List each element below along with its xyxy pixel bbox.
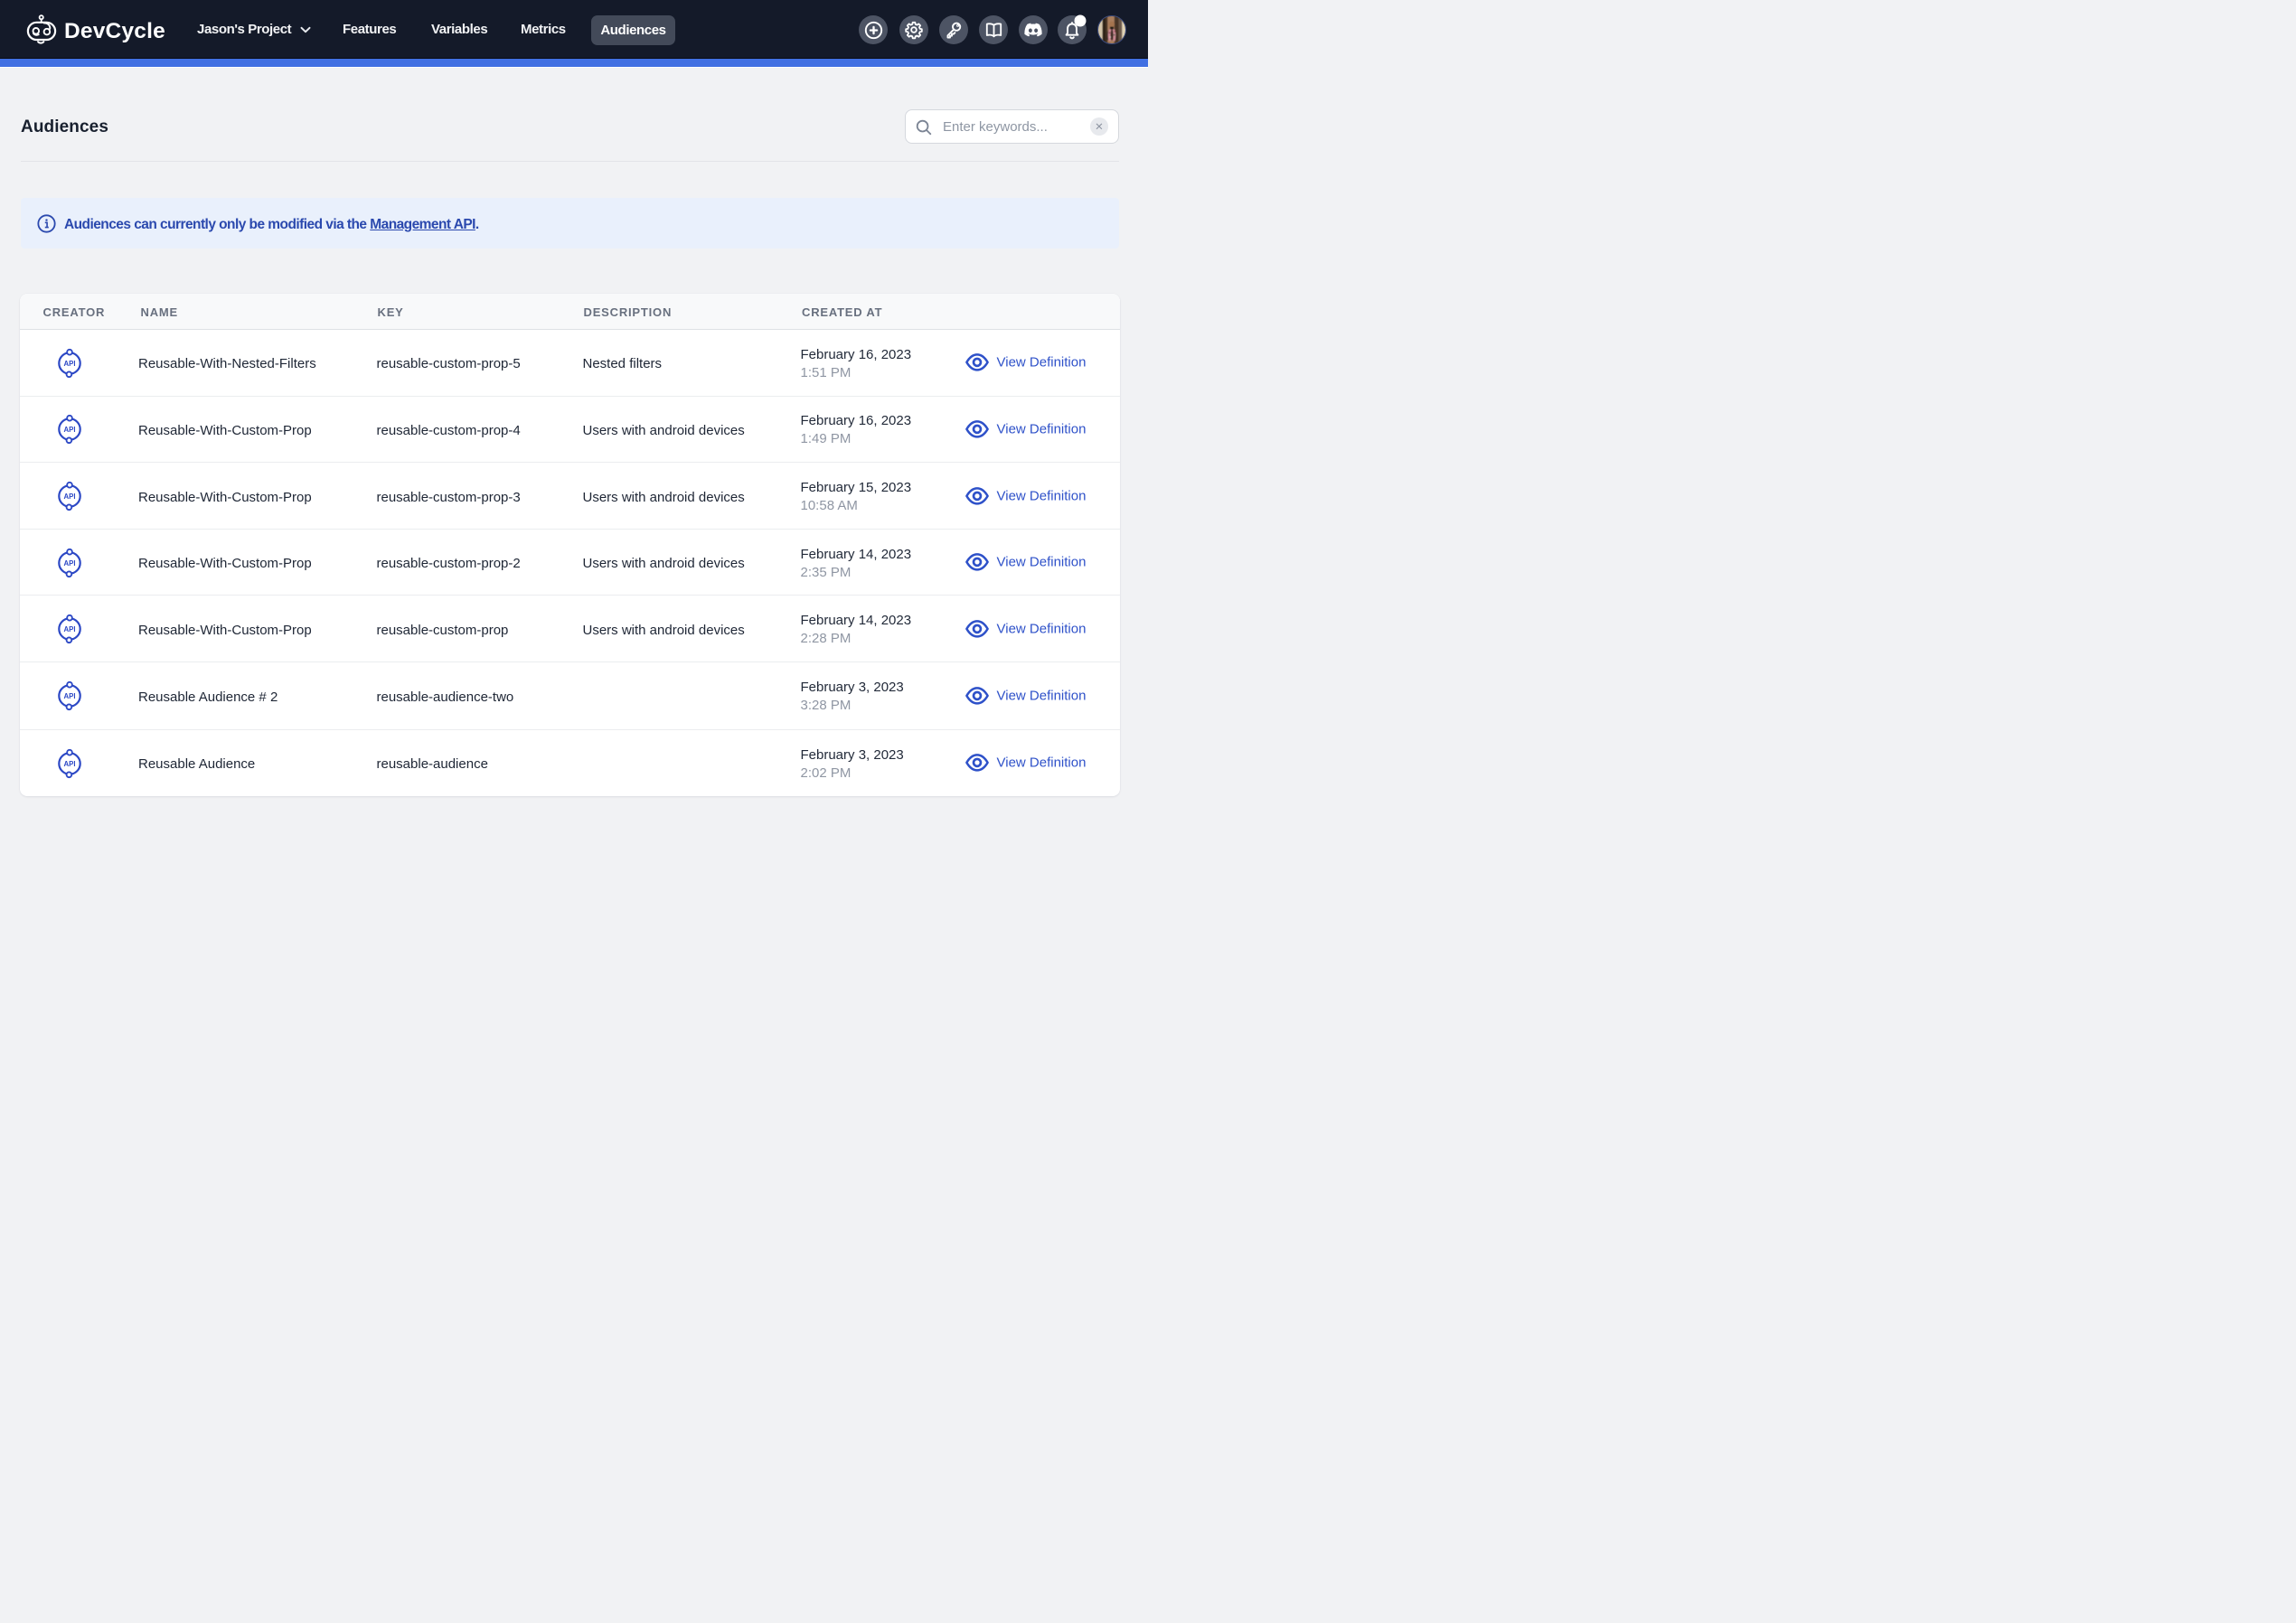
svg-text:API: API	[63, 426, 75, 434]
svg-text:API: API	[63, 692, 75, 700]
svg-text:API: API	[63, 625, 75, 633]
svg-text:API: API	[63, 558, 75, 567]
svg-text:API: API	[63, 359, 75, 367]
svg-text:API: API	[63, 760, 75, 768]
svg-text:API: API	[63, 493, 75, 501]
